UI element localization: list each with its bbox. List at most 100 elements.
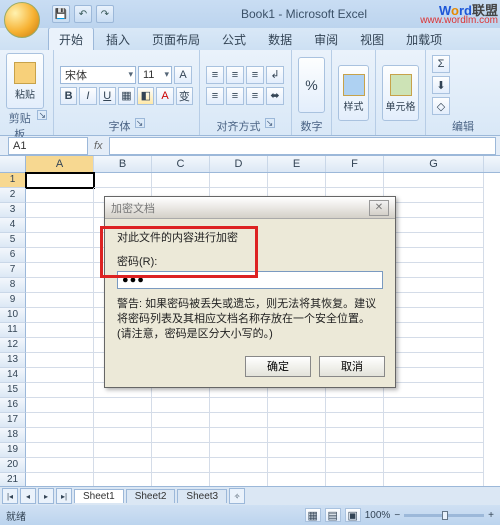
tab-home[interactable]: 开始	[48, 27, 94, 50]
cell[interactable]	[268, 398, 326, 413]
tab-data[interactable]: 数据	[258, 28, 302, 50]
cell[interactable]	[326, 458, 384, 473]
font-size-combo[interactable]: 11	[138, 66, 172, 84]
row-header[interactable]: 12	[0, 338, 26, 353]
cell[interactable]	[152, 173, 210, 188]
cell[interactable]	[26, 233, 94, 248]
row-header[interactable]: 18	[0, 428, 26, 443]
row-header[interactable]: 20	[0, 458, 26, 473]
align-center-icon[interactable]: ≡	[226, 87, 244, 105]
cell[interactable]	[384, 293, 484, 308]
formula-bar[interactable]	[109, 137, 496, 155]
cell[interactable]	[268, 428, 326, 443]
password-input[interactable]	[117, 271, 383, 289]
row-header[interactable]: 13	[0, 353, 26, 368]
cell[interactable]	[384, 353, 484, 368]
cell[interactable]	[26, 473, 94, 486]
cell[interactable]	[26, 218, 94, 233]
sheet-nav-first-icon[interactable]: |◂	[2, 488, 18, 504]
cell[interactable]	[384, 383, 484, 398]
cell[interactable]	[26, 323, 94, 338]
italic-button[interactable]: I	[79, 87, 96, 105]
fill-color-button[interactable]: ◧	[137, 87, 154, 105]
styles-button[interactable]: 样式	[338, 65, 369, 121]
font-name-combo[interactable]: 宋体	[60, 66, 136, 84]
cell[interactable]	[94, 173, 152, 188]
cell[interactable]	[268, 173, 326, 188]
cell[interactable]	[152, 428, 210, 443]
align-launcher-icon[interactable]: ↘	[265, 118, 275, 128]
zoom-in-icon[interactable]: +	[488, 510, 494, 521]
cell[interactable]	[94, 443, 152, 458]
cell[interactable]	[94, 458, 152, 473]
view-layout-icon[interactable]: ▤	[325, 508, 341, 522]
cell[interactable]	[26, 203, 94, 218]
cell[interactable]	[152, 413, 210, 428]
tab-addins[interactable]: 加载项	[396, 28, 452, 50]
row-header[interactable]: 5	[0, 233, 26, 248]
cell[interactable]	[384, 278, 484, 293]
cell[interactable]	[326, 173, 384, 188]
sheet-nav-next-icon[interactable]: ▸	[38, 488, 54, 504]
zoom-slider[interactable]	[404, 514, 484, 517]
cell[interactable]	[326, 473, 384, 486]
row-header[interactable]: 6	[0, 248, 26, 263]
paste-button[interactable]: 粘贴	[6, 53, 44, 109]
cell[interactable]	[26, 368, 94, 383]
cell[interactable]	[210, 443, 268, 458]
cell[interactable]	[26, 398, 94, 413]
cell[interactable]	[384, 398, 484, 413]
cell[interactable]	[26, 443, 94, 458]
row-header[interactable]: 21	[0, 473, 26, 486]
ok-button[interactable]: 确定	[245, 356, 311, 377]
fx-icon[interactable]: fx	[94, 140, 103, 152]
sheet-tab-1[interactable]: Sheet1	[74, 489, 124, 503]
view-break-icon[interactable]: ▣	[345, 508, 361, 522]
sheet-nav-prev-icon[interactable]: ◂	[20, 488, 36, 504]
cell[interactable]	[26, 353, 94, 368]
cell[interactable]	[26, 278, 94, 293]
dialog-close-icon[interactable]: ✕	[369, 200, 389, 216]
cell[interactable]	[384, 368, 484, 383]
cell[interactable]	[94, 428, 152, 443]
cell[interactable]	[152, 458, 210, 473]
row-header[interactable]: 16	[0, 398, 26, 413]
cell[interactable]	[210, 173, 268, 188]
cell[interactable]	[384, 218, 484, 233]
align-right-icon[interactable]: ≡	[246, 87, 264, 105]
tab-view[interactable]: 视图	[350, 28, 394, 50]
col-header-E[interactable]: E	[268, 156, 326, 172]
tab-insert[interactable]: 插入	[96, 28, 140, 50]
cell[interactable]	[210, 428, 268, 443]
cell[interactable]	[94, 398, 152, 413]
row-header[interactable]: 7	[0, 263, 26, 278]
border-button[interactable]: ▦	[118, 87, 135, 105]
undo-icon[interactable]: ↶	[74, 5, 92, 23]
col-header-G[interactable]: G	[384, 156, 484, 172]
tab-review[interactable]: 审阅	[304, 28, 348, 50]
cell[interactable]	[94, 473, 152, 486]
zoom-out-icon[interactable]: −	[394, 510, 400, 521]
clear-icon[interactable]: ◇	[432, 97, 450, 115]
tab-page-layout[interactable]: 页面布局	[142, 28, 210, 50]
cell[interactable]	[26, 308, 94, 323]
view-normal-icon[interactable]: ▦	[305, 508, 321, 522]
cancel-button[interactable]: 取消	[319, 356, 385, 377]
cell[interactable]	[384, 413, 484, 428]
cell[interactable]	[26, 188, 94, 203]
col-header-D[interactable]: D	[210, 156, 268, 172]
grow-font-icon[interactable]: A	[174, 66, 192, 84]
cell[interactable]	[384, 173, 484, 188]
cell[interactable]	[26, 428, 94, 443]
cell[interactable]	[26, 413, 94, 428]
dialog-titlebar[interactable]: 加密文档 ✕	[105, 197, 395, 219]
cell[interactable]	[94, 413, 152, 428]
cell[interactable]	[384, 338, 484, 353]
new-sheet-icon[interactable]: ✧	[229, 488, 245, 504]
row-header[interactable]: 8	[0, 278, 26, 293]
cell[interactable]	[26, 458, 94, 473]
cell[interactable]	[152, 398, 210, 413]
align-top-icon[interactable]: ≡	[206, 66, 224, 84]
cell[interactable]	[26, 173, 94, 188]
save-icon[interactable]: 💾	[52, 5, 70, 23]
